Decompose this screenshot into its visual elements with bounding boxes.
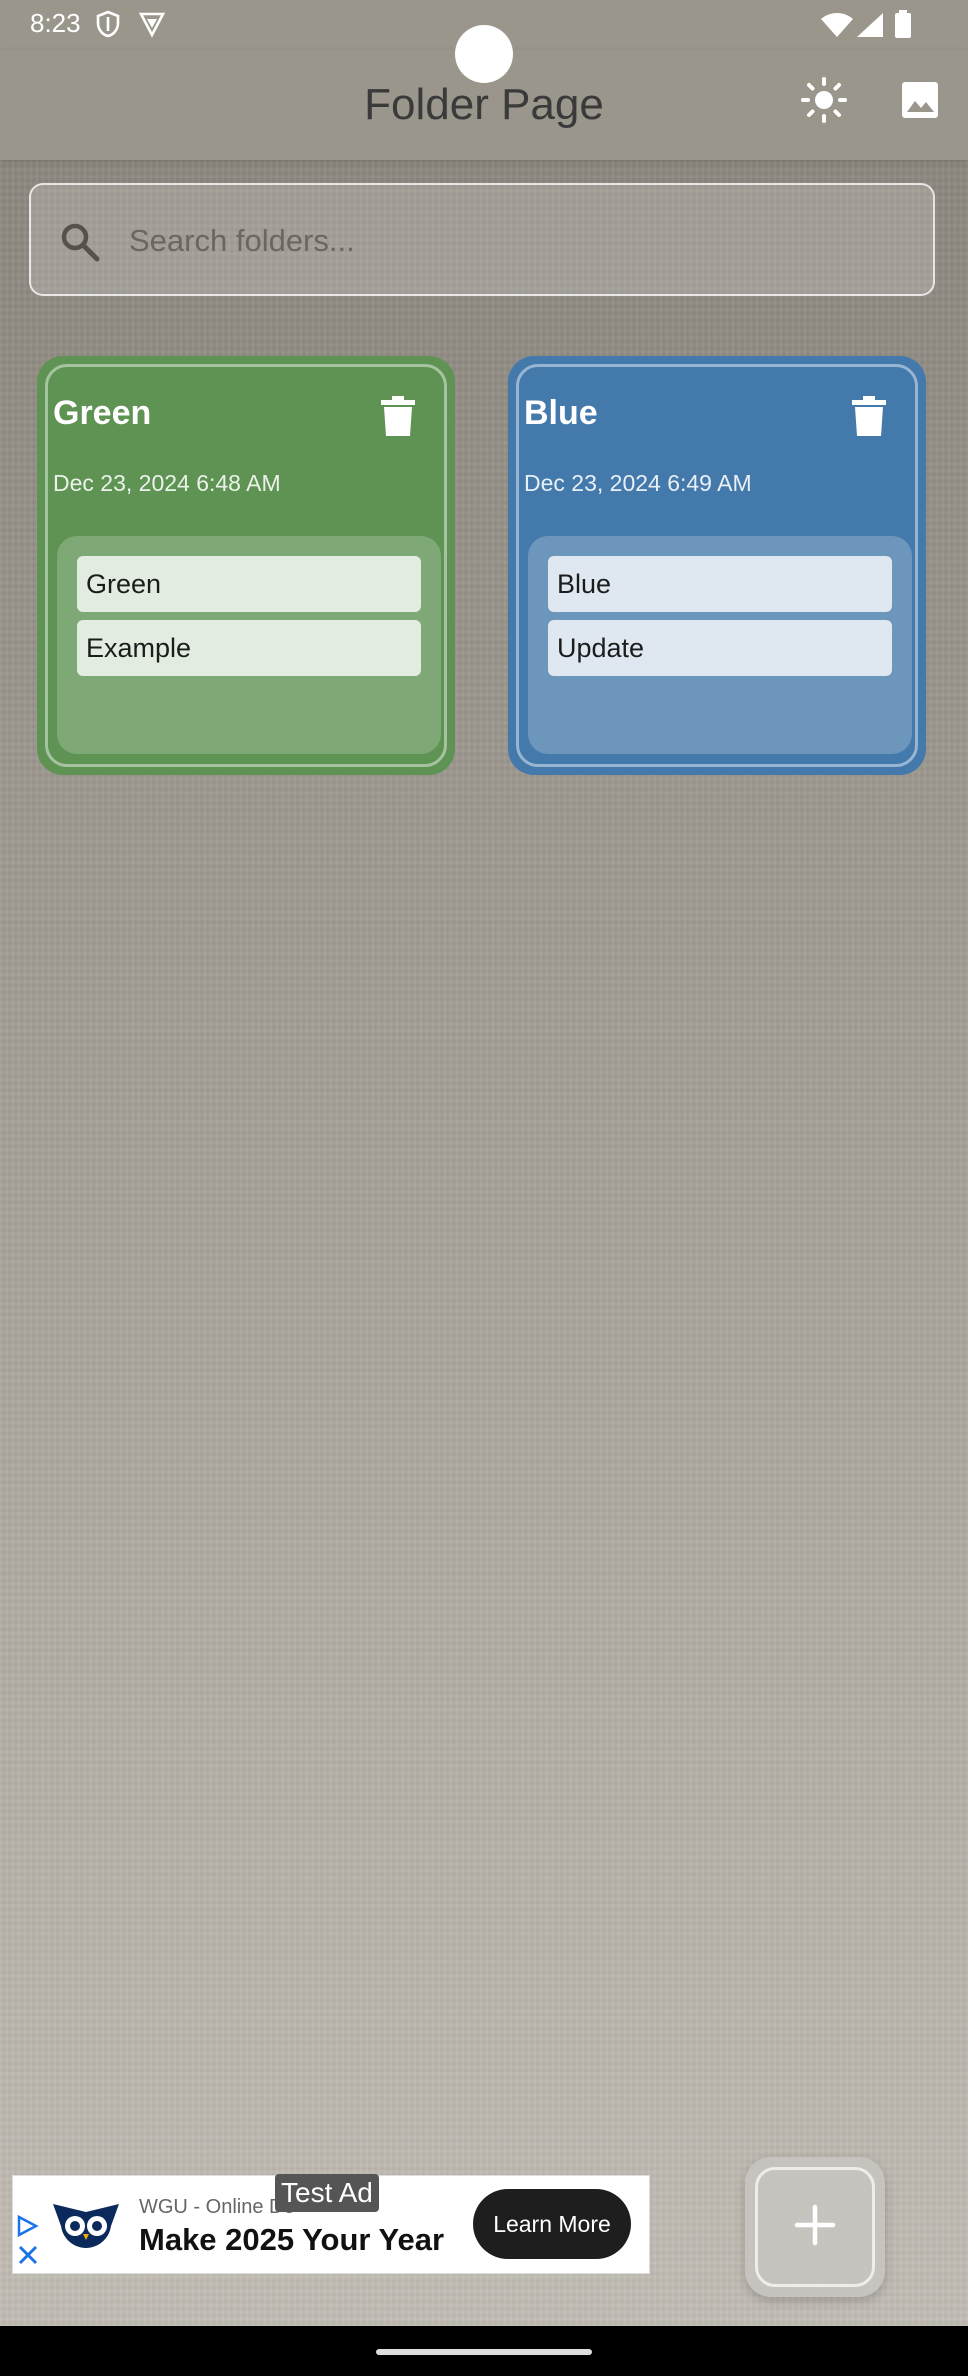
camera-cutout — [455, 25, 513, 83]
image-icon — [900, 80, 940, 125]
test-ad-badge: Test Ad — [275, 2174, 379, 2212]
folder-title: Green — [53, 394, 152, 432]
note-chip[interactable]: Blue — [548, 556, 892, 612]
folder-notes-preview: Blue Update — [528, 536, 912, 754]
learn-more-button[interactable]: Learn More — [473, 2189, 631, 2259]
close-icon[interactable] — [17, 2244, 39, 2271]
folder-card-blue[interactable]: Blue Dec 23, 2024 6:49 AM Blue Update — [508, 356, 926, 775]
cell-signal-icon — [856, 12, 884, 43]
plus-icon — [793, 2203, 837, 2252]
add-folder-button[interactable] — [745, 2157, 885, 2297]
vpn-icon — [138, 10, 166, 43]
search-input[interactable] — [127, 215, 911, 267]
folder-card-green[interactable]: Green Dec 23, 2024 6:48 AM Green Example — [37, 356, 455, 775]
search-field[interactable] — [29, 183, 935, 296]
note-chip[interactable]: Green — [77, 556, 421, 612]
owl-logo-icon — [51, 2198, 121, 2255]
status-time: 8:23 — [30, 8, 81, 38]
ad-headline: Make 2025 Your Year — [139, 2222, 445, 2257]
background-image-button[interactable] — [890, 72, 950, 132]
delete-folder-button[interactable] — [852, 396, 886, 441]
ad-banner[interactable]: WGU - Online De Make 2025 Your Year Lear… — [12, 2174, 650, 2274]
search-icon — [59, 221, 101, 268]
folder-date: Dec 23, 2024 6:48 AM — [53, 470, 281, 496]
system-nav-bar — [0, 2326, 968, 2376]
wifi-icon — [820, 12, 854, 43]
battery-icon — [894, 10, 912, 43]
trash-icon — [852, 396, 886, 440]
fab-border — [755, 2167, 875, 2287]
ad-source: WGU - Online De — [139, 2196, 295, 2218]
folder-date: Dec 23, 2024 6:49 AM — [524, 470, 752, 496]
adchoices-icon[interactable] — [15, 2214, 39, 2243]
folder-notes-preview: Green Example — [57, 536, 441, 754]
trash-icon — [381, 396, 415, 440]
brightness-icon — [800, 76, 848, 129]
note-chip[interactable]: Update — [548, 620, 892, 676]
shield-icon — [96, 10, 120, 43]
delete-folder-button[interactable] — [381, 396, 415, 441]
folder-title: Blue — [524, 394, 598, 432]
brightness-toggle-button[interactable] — [794, 72, 854, 132]
note-chip[interactable]: Example — [77, 620, 421, 676]
home-gesture-handle[interactable] — [376, 2349, 592, 2355]
